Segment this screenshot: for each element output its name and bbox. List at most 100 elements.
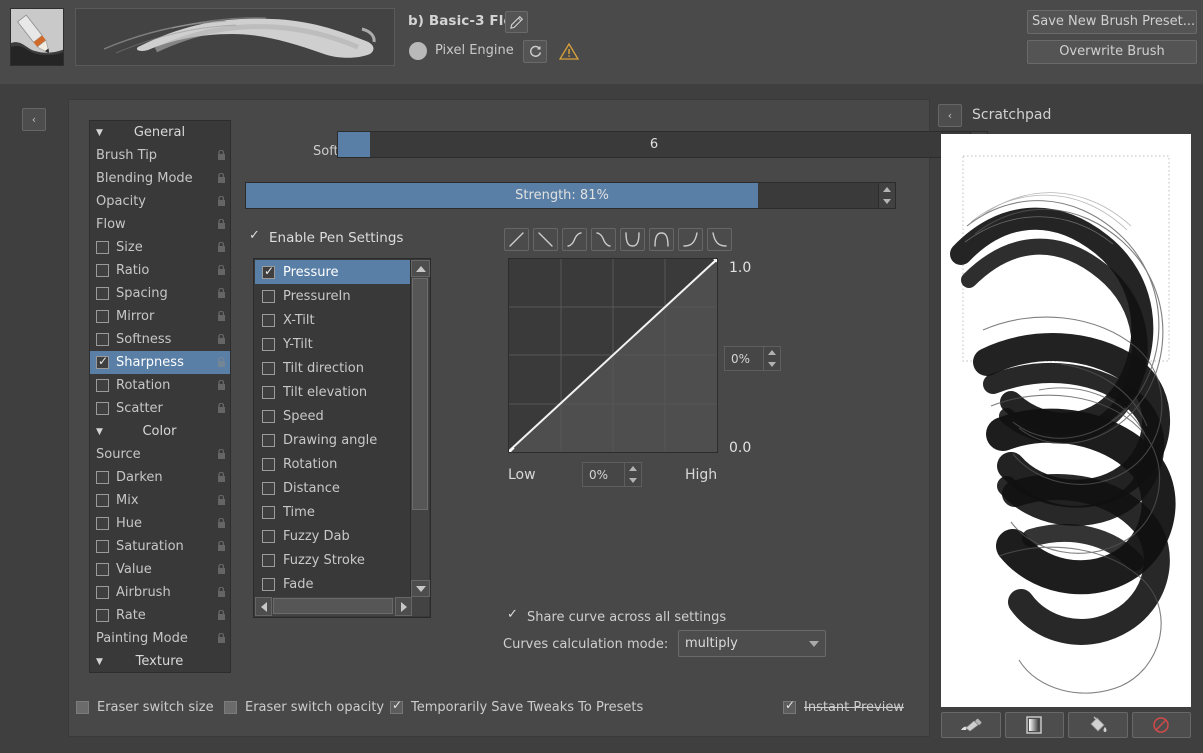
checkbox-icon[interactable]: [96, 264, 109, 277]
checkbox-icon[interactable]: [262, 506, 275, 519]
settings-list-item-flow[interactable]: Flow: [90, 213, 230, 236]
lock-icon[interactable]: [214, 150, 226, 161]
collapse-left-icon[interactable]: ‹: [22, 108, 46, 131]
soften-edge-slider[interactable]: 6: [337, 131, 988, 158]
sensor-scroll-thumb[interactable]: [412, 278, 428, 510]
lock-icon[interactable]: [214, 472, 226, 483]
sensor-item-drawing-angle[interactable]: Drawing angle: [255, 428, 411, 452]
checkbox-icon[interactable]: [96, 609, 109, 622]
eraser-switch-opacity-checkbox[interactable]: Eraser switch opacity: [224, 700, 384, 715]
lock-icon[interactable]: [214, 311, 226, 322]
checkbox-icon[interactable]: [96, 333, 109, 346]
checkbox-icon[interactable]: [262, 266, 275, 279]
settings-list-item-opacity[interactable]: Opacity: [90, 190, 230, 213]
curve-s-shape-icon[interactable]: [562, 228, 587, 251]
curve-y-value-text[interactable]: 0%: [724, 346, 764, 371]
gradient-fill-icon[interactable]: [1005, 712, 1065, 738]
scroll-up-icon[interactable]: [411, 260, 430, 277]
checkbox-icon[interactable]: [96, 356, 109, 369]
sensor-item-y-tilt[interactable]: Y-Tilt: [255, 332, 411, 356]
lock-icon[interactable]: [214, 242, 226, 253]
checkbox-icon[interactable]: [262, 410, 275, 423]
settings-list-item-darken[interactable]: Darken: [90, 466, 230, 489]
checkbox-icon[interactable]: [96, 310, 109, 323]
settings-list-item-softness[interactable]: Softness: [90, 328, 230, 351]
instant-preview-checkbox[interactable]: Instant Preview: [783, 700, 904, 715]
settings-list-item-general[interactable]: ▼General: [90, 121, 230, 144]
sensor-item-fuzzy-stroke[interactable]: Fuzzy Stroke: [255, 548, 411, 572]
settings-list-item-rotation[interactable]: Rotation: [90, 374, 230, 397]
sensor-list-vertical-scrollbar[interactable]: [410, 260, 429, 597]
lock-icon[interactable]: [214, 633, 226, 644]
settings-list-item-value[interactable]: Value: [90, 558, 230, 581]
lock-icon[interactable]: [214, 196, 226, 207]
lock-icon[interactable]: [214, 219, 226, 230]
checkbox-icon[interactable]: [96, 563, 109, 576]
checkbox-icon[interactable]: [262, 338, 275, 351]
pencil-edit-icon[interactable]: [505, 11, 528, 33]
sensor-item-distance[interactable]: Distance: [255, 476, 411, 500]
sensor-item-pressurein[interactable]: PressureIn: [255, 284, 411, 308]
checkbox-icon[interactable]: [262, 530, 275, 543]
strength-slider-track[interactable]: Strength: 81%: [245, 182, 879, 209]
checkbox-icon[interactable]: [262, 458, 275, 471]
curve-x-value-input[interactable]: 0%: [582, 462, 642, 487]
curves-calculation-mode-select[interactable]: multiply: [678, 630, 826, 657]
settings-list-item-scatter[interactable]: Scatter: [90, 397, 230, 420]
curve-arch-icon[interactable]: [649, 228, 674, 251]
sensor-item-x-tilt[interactable]: X-Tilt: [255, 308, 411, 332]
scroll-right-icon[interactable]: [395, 597, 412, 616]
sensor-item-tilt-direction[interactable]: Tilt direction: [255, 356, 411, 380]
settings-list-item-texture[interactable]: ▼Texture: [90, 650, 230, 673]
brush-settings-list[interactable]: ▼GeneralBrush TipBlending ModeOpacityFlo…: [89, 120, 231, 673]
sensor-item-tilt-elevation[interactable]: Tilt elevation: [255, 380, 411, 404]
pen-sensor-items[interactable]: PressurePressureInX-TiltY-TiltTilt direc…: [255, 260, 411, 598]
checkbox-icon[interactable]: [262, 554, 275, 567]
curve-u-shape-icon[interactable]: [620, 228, 645, 251]
brush-stroke-preview[interactable]: [75, 8, 395, 66]
lock-icon[interactable]: [214, 518, 226, 529]
lock-icon[interactable]: [214, 403, 226, 414]
settings-list-item-painting-mode[interactable]: Painting Mode: [90, 627, 230, 650]
curve-preset-buttons[interactable]: [504, 228, 732, 251]
brush-preset-thumbnail[interactable]: [10, 8, 64, 66]
lock-icon[interactable]: [214, 587, 226, 598]
checkbox-icon[interactable]: [262, 482, 275, 495]
scroll-left-icon[interactable]: [255, 597, 272, 616]
sensor-item-speed[interactable]: Speed: [255, 404, 411, 428]
lock-icon[interactable]: [214, 380, 226, 391]
sensor-item-fuzzy-dab[interactable]: Fuzzy Dab: [255, 524, 411, 548]
settings-list-item-ratio[interactable]: Ratio: [90, 259, 230, 282]
scratchpad-canvas[interactable]: [941, 134, 1191, 707]
lock-icon[interactable]: [214, 541, 226, 552]
checkbox-icon[interactable]: [96, 287, 109, 300]
soften-edge-slider-track[interactable]: 6: [337, 131, 971, 158]
curve-y-value-input[interactable]: 0%: [724, 346, 781, 371]
sensor-hscroll-thumb[interactable]: [273, 598, 393, 614]
sensor-item-rotation[interactable]: Rotation: [255, 452, 411, 476]
no-entry-icon[interactable]: [1132, 712, 1192, 738]
save-new-brush-preset-button[interactable]: Save New Brush Preset...: [1027, 10, 1197, 34]
share-curve-checkbox[interactable]: Share curve across all settings: [507, 610, 726, 625]
curve-x-value-text[interactable]: 0%: [582, 462, 625, 487]
reload-icon[interactable]: [523, 40, 547, 63]
warning-triangle-icon[interactable]: [559, 42, 579, 61]
sensor-list-horizontal-scrollbar[interactable]: [255, 597, 429, 616]
checkbox-icon[interactable]: [96, 402, 109, 415]
lock-icon[interactable]: [214, 495, 226, 506]
sensor-item-pressure[interactable]: Pressure: [255, 260, 411, 284]
checkbox-icon[interactable]: [96, 379, 109, 392]
checkbox-icon[interactable]: [96, 517, 109, 530]
checkbox-icon[interactable]: [96, 586, 109, 599]
sensor-curve-editor[interactable]: [508, 258, 718, 453]
paint-bucket-icon[interactable]: [1068, 712, 1128, 738]
checkbox-icon[interactable]: [262, 290, 275, 303]
settings-list-item-rate[interactable]: Rate: [90, 604, 230, 627]
settings-list-item-airbrush[interactable]: Airbrush: [90, 581, 230, 604]
strength-slider[interactable]: Strength: 81%: [245, 182, 896, 209]
curve-ease-out-icon[interactable]: [707, 228, 732, 251]
sensor-item-fade[interactable]: Fade: [255, 572, 411, 596]
collapse-right-icon[interactable]: ‹: [938, 104, 962, 127]
checkbox-icon[interactable]: [96, 540, 109, 553]
checkbox-icon[interactable]: [96, 241, 109, 254]
